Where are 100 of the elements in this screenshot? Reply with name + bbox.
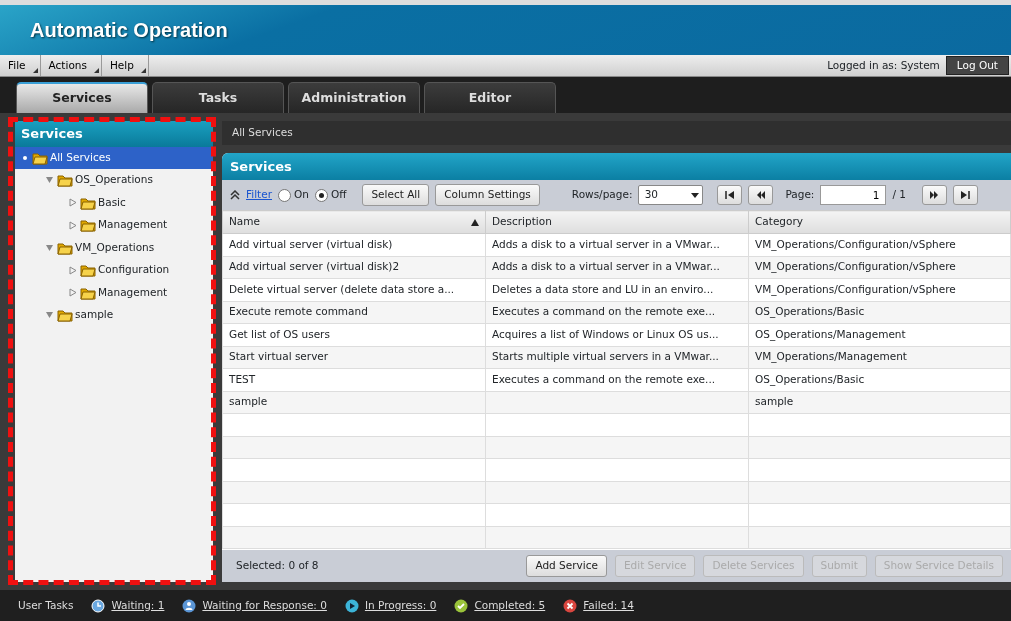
folder-icon <box>57 240 73 255</box>
radio-option[interactable]: On <box>278 187 309 204</box>
menu-item[interactable]: Actions <box>40 55 102 76</box>
breadcrumb: All Services <box>222 121 1011 145</box>
table-cell: VM_Operations/Configuration/vSphere <box>748 256 1011 279</box>
table-cell: VM_Operations/Management <box>748 346 1011 369</box>
folder-icon <box>57 173 73 188</box>
dropdown-corner-icon <box>93 68 99 73</box>
next-arrow-icon <box>929 191 940 200</box>
column-header[interactable]: Name <box>222 210 486 234</box>
toolbar-button[interactable]: Select All <box>362 184 430 207</box>
radio-option[interactable]: Off <box>314 187 347 204</box>
tree-label: Management <box>97 217 168 233</box>
table-cell: VM_Operations/Configuration/vSphere <box>748 278 1011 301</box>
table-cell: OS_Operations/Management <box>748 323 1011 346</box>
folder-icon <box>80 195 96 210</box>
folder-icon <box>57 308 73 323</box>
app-title: Automatic Operation <box>30 18 228 43</box>
tree-label: VM_Operations <box>74 239 155 256</box>
tree-label: Management <box>97 284 168 300</box>
tree-item[interactable]: Configuration <box>15 259 213 282</box>
first-arrow-icon <box>724 191 735 200</box>
tree-item[interactable]: VM_Operations <box>15 236 213 259</box>
tree-item[interactable]: sample <box>15 304 213 327</box>
table-cell: Starts multiple virtual servers in a VMwar... <box>485 346 749 369</box>
tab[interactable]: Services <box>16 82 148 113</box>
check-icon <box>454 598 469 613</box>
tree-item[interactable]: Management <box>15 214 213 237</box>
dropdown-corner-icon <box>32 68 38 73</box>
expanded-arrow-icon <box>45 176 54 185</box>
collapsed-arrow-icon <box>69 220 77 230</box>
next-page-button[interactable] <box>921 185 947 206</box>
panel-title: Services <box>222 152 1011 181</box>
column-header[interactable]: Description <box>485 210 749 234</box>
collapsed-arrow-icon <box>69 265 77 275</box>
service-link[interactable]: sample <box>229 395 268 408</box>
tree-label: Basic <box>97 194 126 210</box>
task-status-link[interactable]: In Progress: 0 <box>344 597 437 614</box>
tab[interactable]: Editor <box>424 82 556 113</box>
action-button[interactable]: Add Service <box>526 555 607 577</box>
previous-page-button[interactable] <box>748 185 774 206</box>
login-label: Logged in as: System <box>827 57 940 73</box>
clock-icon <box>91 598 106 613</box>
person-icon <box>182 598 197 613</box>
last-arrow-icon <box>960 191 971 200</box>
page-field[interactable]: 1 <box>820 185 887 206</box>
folder-icon <box>80 218 96 233</box>
tab[interactable]: Tasks <box>152 82 284 113</box>
dropdown-corner-icon <box>140 68 146 73</box>
tree-label: sample <box>74 307 114 323</box>
expanded-arrow-icon <box>45 311 54 320</box>
sidebar-title: Services <box>15 121 213 147</box>
bullet-icon <box>21 153 29 162</box>
service-link[interactable]: TEST <box>229 372 256 385</box>
last-page-button[interactable] <box>952 185 978 206</box>
table-cell: Acquires a list of Windows or Linux OS us... <box>485 323 749 346</box>
expanded-arrow-icon <box>45 243 54 252</box>
table-cell: Executes a command on the remote exe... <box>485 368 749 391</box>
tree-label: Configuration <box>97 262 170 278</box>
page-total: / 1 <box>892 187 906 203</box>
tree-item[interactable]: Management <box>15 281 213 304</box>
table-cell: sample <box>748 391 1011 414</box>
column-header[interactable]: Category <box>748 210 1011 234</box>
folder-icon <box>80 263 96 278</box>
collapse-icon <box>230 190 240 201</box>
table-cell: Adds a disk to a virtual server in a VMwar... <box>485 256 749 279</box>
folder-icon <box>32 150 48 165</box>
play-icon <box>344 598 359 613</box>
logout-button[interactable]: Log Out <box>945 55 1009 76</box>
status-label: User Tasks <box>18 597 74 613</box>
selection-count: Selected: 0 of 8 <box>236 558 320 574</box>
task-status-link[interactable]: Completed: 5 <box>454 597 546 614</box>
table-cell: OS_Operations/Basic <box>748 368 1011 391</box>
rows-label: Rows/page: <box>571 187 633 203</box>
table-cell: Executes a command on the remote exe... <box>485 301 749 324</box>
menu-item[interactable]: Help <box>101 55 149 76</box>
tab[interactable]: Administration <box>288 82 420 113</box>
rows-dropdown[interactable]: 30 <box>638 185 704 206</box>
task-status-link[interactable]: Failed: 14 <box>563 597 634 614</box>
table-cell: OS_Operations/Basic <box>748 301 1011 324</box>
table-cell: Deletes a data store and LU in an enviro... <box>485 278 749 301</box>
table-cell: VM_Operations/Configuration/vSphere <box>748 233 1011 256</box>
tree-item[interactable]: All Services <box>15 146 213 169</box>
collapsed-arrow-icon <box>69 288 77 298</box>
tree-label: All Services <box>49 149 111 165</box>
collapsed-arrow-icon <box>69 198 77 208</box>
toolbar-button[interactable]: Column Settings <box>435 184 540 207</box>
first-page-button[interactable] <box>717 185 743 206</box>
tree-item[interactable]: OS_Operations <box>15 169 213 192</box>
task-status-link[interactable]: Waiting for Response: 0 <box>182 597 327 614</box>
folder-icon <box>80 285 96 300</box>
tree-item[interactable]: Basic <box>15 191 213 214</box>
task-status-link[interactable]: Waiting: 1 <box>91 597 165 614</box>
tree-label: OS_Operations <box>74 172 153 188</box>
filter-link[interactable]: Filter <box>246 187 272 204</box>
menu-item[interactable]: File <box>0 55 41 76</box>
page-label: Page: <box>785 187 815 203</box>
cross-icon <box>563 598 578 613</box>
previous-arrow-icon <box>755 191 766 200</box>
table-cell: Adds a disk to a virtual server in a VMwar... <box>485 233 749 256</box>
